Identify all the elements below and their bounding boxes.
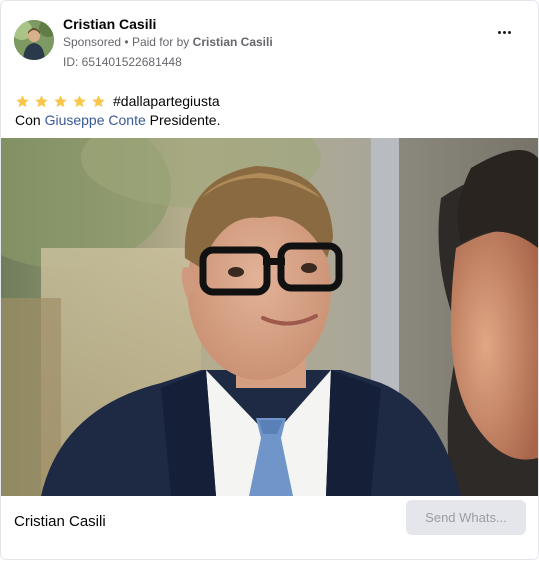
send-whatsapp-button[interactable]: Send Whats...	[406, 500, 526, 535]
paid-for-prefix: Paid for by	[131, 35, 190, 49]
star-icon	[35, 94, 48, 107]
ad-meta: Sponsored • Paid for by Cristian Casili	[63, 35, 273, 49]
dot	[503, 31, 506, 34]
star-icon	[73, 94, 86, 107]
ad-header: Cristian Casili Sponsored • Paid for by …	[1, 1, 538, 81]
page-name[interactable]: Cristian Casili	[63, 16, 156, 32]
line2-prefix: Con	[15, 112, 41, 128]
star-icon	[54, 94, 67, 107]
line2-suffix: Presidente.	[149, 112, 221, 128]
page-avatar[interactable]	[14, 20, 54, 60]
sponsored-label: Sponsored	[63, 35, 122, 49]
hashtag[interactable]: #dallapartegiusta	[113, 93, 220, 109]
cta-footer: Cristian Casili Send Whats...	[1, 496, 538, 559]
dot	[508, 31, 511, 34]
star-icon	[92, 94, 105, 107]
post-text-line1: #dallapartegiusta	[15, 91, 220, 111]
mention-link[interactable]: Giuseppe Conte	[45, 112, 146, 128]
ad-card: Cristian Casili Sponsored • Paid for by …	[0, 0, 539, 560]
paid-for-name: Cristian Casili	[192, 35, 273, 49]
ad-id: ID: 651401522681448	[63, 55, 182, 69]
star-rating	[15, 94, 106, 109]
dot	[498, 31, 501, 34]
more-options-icon[interactable]	[498, 30, 514, 36]
ad-photo[interactable]	[1, 138, 538, 496]
post-text-line2: Con Giuseppe Conte Presidente.	[15, 112, 220, 128]
star-icon	[16, 94, 29, 107]
cta-title: Cristian Casili	[14, 513, 106, 530]
meta-separator: •	[124, 35, 129, 49]
